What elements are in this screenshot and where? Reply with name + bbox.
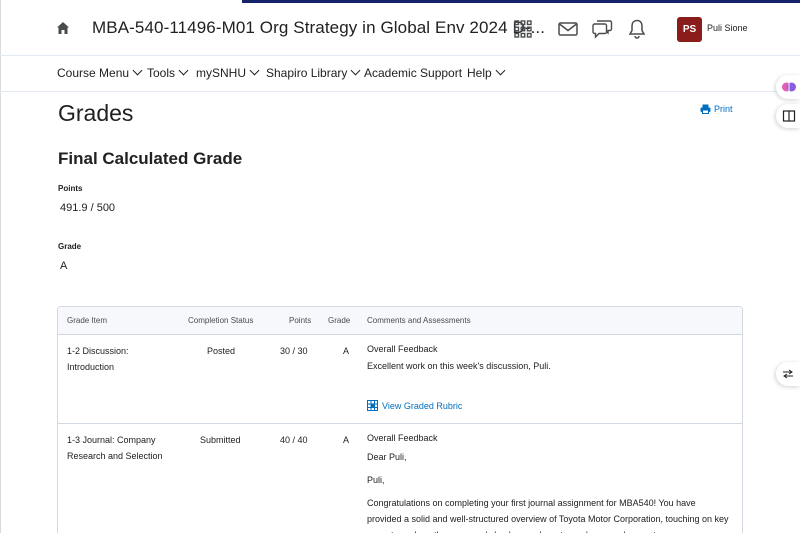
course-title[interactable]: MBA-540-11496-M01 Org Strategy in Global… bbox=[92, 18, 545, 38]
print-link[interactable]: Print bbox=[700, 104, 733, 114]
column-header-comments[interactable]: Comments and Assessments bbox=[367, 316, 471, 325]
arrows-icon bbox=[783, 369, 793, 379]
grade-cell: A bbox=[343, 435, 350, 445]
nav-academic-support-label: Academic Support bbox=[364, 66, 463, 80]
printer-icon bbox=[700, 104, 711, 114]
collapse-handle[interactable] bbox=[776, 362, 800, 386]
rubric-link-label: View Graded Rubric bbox=[382, 401, 463, 411]
column-header-points[interactable]: Points bbox=[289, 316, 311, 325]
course-navbar: Course Menu Tools mySNHU Shapiro Library… bbox=[0, 57, 800, 92]
grades-table: Grade Item Completion Status Points Grad… bbox=[57, 306, 743, 533]
feedback-name: Puli, bbox=[367, 475, 385, 485]
nav-mysnhu-label: mySNHU bbox=[196, 66, 246, 80]
points-cell: 30 / 30 bbox=[280, 346, 308, 356]
grade-item-name: 1-3 Journal: Company Research and Select… bbox=[67, 432, 163, 464]
grade-item-name: 1-2 Discussion: Introduction bbox=[67, 343, 129, 375]
user-name[interactable]: Puli Sione bbox=[707, 23, 748, 33]
view-graded-rubric-link[interactable]: View Graded Rubric bbox=[367, 400, 462, 411]
nav-shapiro-library[interactable]: Shapiro Library bbox=[266, 65, 361, 80]
print-label: Print bbox=[714, 104, 733, 114]
final-grade-heading: Final Calculated Grade bbox=[58, 149, 243, 168]
column-header-completion-status[interactable]: Completion Status bbox=[188, 316, 253, 325]
feedback-text: Congratulations on completing your first… bbox=[367, 498, 729, 533]
course-header: MBA-540-11496-M01 Org Strategy in Global… bbox=[0, 3, 800, 56]
grade-item-name-line: 1-2 Discussion: bbox=[67, 346, 129, 356]
column-header-grade[interactable]: Grade bbox=[328, 316, 350, 325]
nav-tools-label: Tools bbox=[147, 66, 176, 80]
points-cell: 40 / 40 bbox=[280, 435, 308, 445]
feedback-text: Excellent work on this week's discussion… bbox=[367, 361, 551, 371]
chevron-down-icon bbox=[178, 65, 189, 76]
nav-course-menu[interactable]: Course Menu bbox=[57, 65, 143, 80]
grade-item-name-line: 1-3 Journal: Company bbox=[67, 435, 156, 445]
points-label: Points bbox=[58, 184, 83, 193]
envelope-icon[interactable] bbox=[557, 18, 579, 40]
nav-shapiro-library-label: Shapiro Library bbox=[266, 66, 348, 80]
table-row: 1-2 Discussion: Introduction Posted 30 /… bbox=[58, 336, 742, 424]
chevron-down-icon bbox=[132, 65, 143, 76]
chevron-down-icon bbox=[495, 65, 506, 76]
brain-assistant-button[interactable] bbox=[776, 75, 800, 99]
table-row: 1-3 Journal: Company Research and Select… bbox=[58, 425, 742, 533]
points-value: 491.9 / 500 bbox=[60, 202, 116, 214]
overall-feedback-heading: Overall Feedback bbox=[367, 344, 438, 354]
reader-button[interactable] bbox=[776, 104, 800, 128]
column-header-grade-item[interactable]: Grade Item bbox=[67, 316, 107, 325]
chevron-down-icon bbox=[249, 65, 260, 76]
feedback-greeting: Dear Puli, bbox=[367, 452, 407, 462]
grade-item-name-line: Research and Selection bbox=[67, 451, 163, 461]
rubric-icon bbox=[367, 400, 378, 411]
completion-status: Posted bbox=[207, 346, 236, 356]
grade-value: A bbox=[60, 260, 68, 272]
bell-icon[interactable] bbox=[626, 18, 648, 40]
page-title: Grades bbox=[58, 100, 134, 126]
brain-icon bbox=[782, 82, 796, 92]
table-header: Grade Item Completion Status Points Grad… bbox=[58, 307, 742, 335]
book-icon bbox=[782, 110, 796, 122]
home-icon[interactable] bbox=[56, 21, 70, 35]
grade-item-name-line: Introduction bbox=[67, 362, 115, 372]
grade-label: Grade bbox=[58, 242, 82, 251]
nav-help[interactable]: Help bbox=[467, 65, 506, 80]
completion-status: Submitted bbox=[200, 435, 241, 445]
nav-mysnhu[interactable]: mySNHU bbox=[196, 65, 260, 80]
chevron-down-icon bbox=[350, 65, 361, 76]
nav-academic-support[interactable]: Academic Support bbox=[364, 66, 462, 80]
grade-cell: A bbox=[343, 346, 350, 356]
nav-tools[interactable]: Tools bbox=[147, 65, 189, 80]
nav-help-label: Help bbox=[467, 66, 492, 80]
overall-feedback-heading: Overall Feedback bbox=[367, 433, 438, 443]
waffle-icon[interactable] bbox=[512, 18, 534, 40]
user-avatar[interactable]: PS bbox=[677, 17, 702, 42]
chat-bubbles-icon[interactable] bbox=[591, 18, 613, 40]
nav-course-menu-label: Course Menu bbox=[57, 66, 130, 80]
